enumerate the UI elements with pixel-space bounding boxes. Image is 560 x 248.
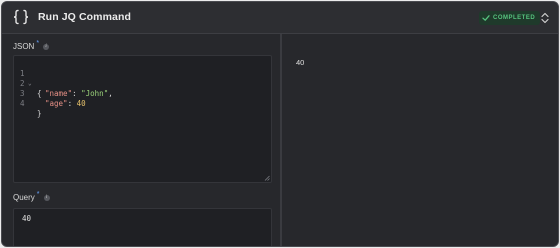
query-input[interactable]: 40 — [13, 208, 272, 246]
run-jq-node-panel: Run JQ Command COMPLETED JSON * i 1 ⌄ { — [1, 1, 559, 247]
node-header: Run JQ Command COMPLETED — [2, 2, 558, 34]
expand-collapse-icon[interactable] — [540, 12, 550, 24]
code-text: "age": 40 — [45, 99, 86, 109]
code-text: "name": "John", — [45, 89, 113, 99]
code-line: 3 "age": 40 — [14, 79, 86, 108]
json-comma: , — [108, 89, 113, 98]
code-line: 1 ⌄ { — [14, 59, 50, 98]
json-string-value: "John" — [81, 89, 109, 98]
resize-handle-icon[interactable] — [264, 175, 270, 181]
check-icon — [482, 15, 490, 21]
node-title: Run JQ Command — [38, 11, 131, 23]
query-value: 40 — [22, 214, 32, 223]
code-text: } — [37, 109, 42, 118]
output-pane: 40 — [282, 34, 558, 246]
status-text: COMPLETED — [493, 15, 536, 21]
query-field-label: Query * i — [13, 191, 50, 202]
json-field-label: JSON * i — [13, 40, 50, 51]
input-pane: JSON * i 1 ⌄ { 2 "name": "John", 3 "age"… — [2, 34, 280, 246]
required-marker: * — [36, 191, 40, 198]
required-marker: * — [36, 40, 40, 47]
json-editor[interactable]: 1 ⌄ { 2 "name": "John", 3 "age": 40 4 } — [13, 55, 272, 183]
curly-braces-icon — [13, 9, 29, 25]
output-value: 40 — [296, 58, 305, 67]
json-label-text: JSON — [13, 42, 35, 51]
code-line: 4 } — [14, 89, 50, 118]
info-icon[interactable]: i — [43, 43, 50, 50]
json-colon: : — [72, 89, 82, 98]
json-number-value: 40 — [76, 99, 86, 108]
status-badge: COMPLETED — [479, 11, 541, 25]
info-icon[interactable]: i — [43, 194, 50, 201]
query-label-text: Query — [13, 193, 35, 202]
code-line: 2 "name": "John", — [14, 69, 113, 98]
json-colon: : — [67, 99, 77, 108]
line-number: 4 — [20, 99, 25, 108]
